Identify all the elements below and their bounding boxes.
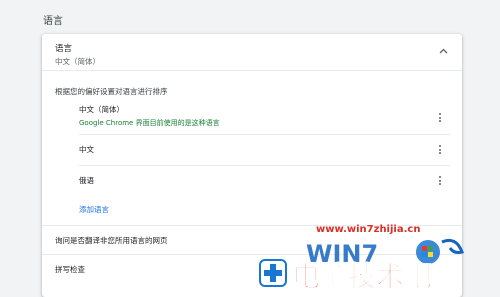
more-actions-icon[interactable] [438, 112, 442, 124]
more-actions-icon[interactable] [438, 175, 442, 187]
language-list: 中文（简体） Google Chrome 界面目前使用的是这种语言 中文 俄语 [79, 100, 450, 196]
language-row: 中文（简体） Google Chrome 界面目前使用的是这种语言 [79, 100, 450, 134]
language-row: 中文 [79, 134, 450, 165]
language-name: 中文（简体） [79, 105, 124, 114]
ui-language-note: Google Chrome 界面目前使用的是这种语言 [79, 119, 220, 127]
languages-title: 语言 [55, 44, 73, 54]
header-divider [42, 70, 462, 71]
language-order-label: 根据您的偏好设置对语言进行排序 [55, 87, 168, 96]
spell-check-row[interactable]: 拼写检查 [55, 264, 85, 275]
watermark: www.win7zhijia.cn WIN7 电脑技术吧 [259, 224, 464, 294]
current-language: 中文（简体） [55, 57, 100, 66]
watermark-site-text: www.win7zhijia.cn [316, 224, 420, 235]
add-language-button[interactable]: 添加语言 [79, 204, 109, 215]
chevron-up-icon[interactable] [439, 48, 448, 54]
offer-translate-row[interactable]: 询问是否翻译非您所用语言的网页 [55, 235, 168, 246]
section-title: 语言 [43, 16, 63, 27]
medical-cross-icon [259, 259, 287, 287]
languages-header[interactable]: 语言 中文（简体） [42, 34, 462, 70]
language-name: 俄语 [79, 176, 94, 185]
more-actions-icon[interactable] [438, 144, 442, 156]
language-row: 俄语 [79, 165, 450, 196]
watermark-brand-text: 电脑技术吧 [292, 260, 432, 293]
language-name: 中文 [79, 145, 94, 154]
